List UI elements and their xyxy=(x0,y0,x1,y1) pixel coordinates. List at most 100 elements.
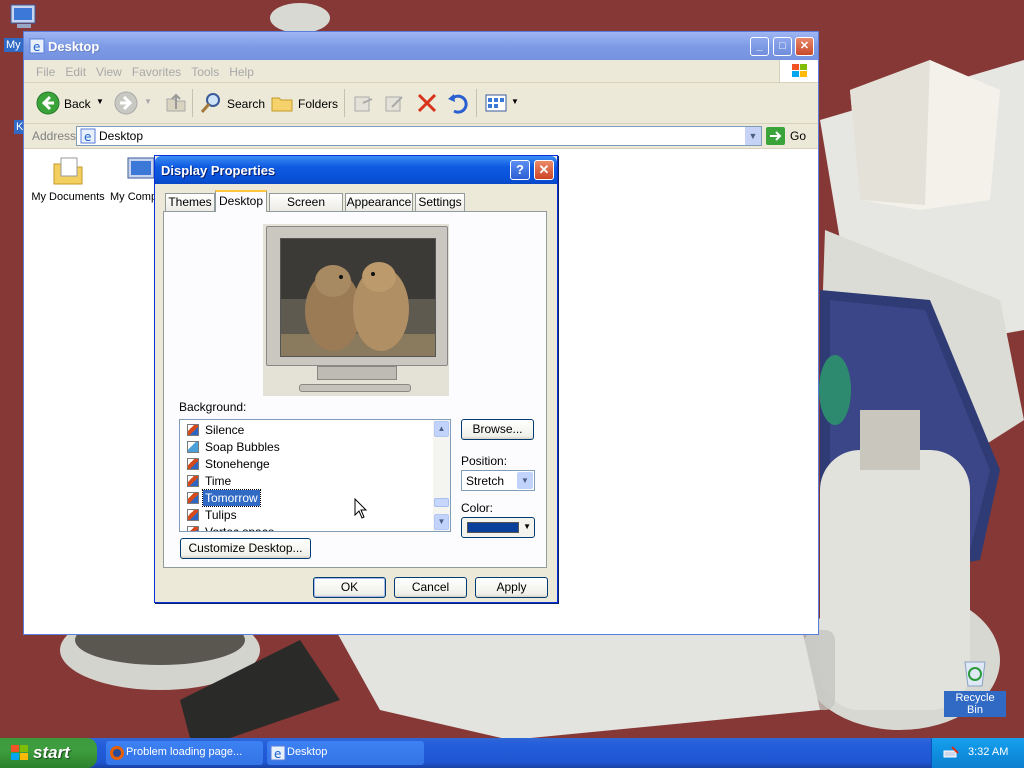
file-label: My Documents xyxy=(31,191,105,203)
menu-bar: File Edit View Favorites Tools Help xyxy=(24,60,818,83)
dialog-close-button[interactable]: ✕ xyxy=(534,160,554,180)
search-icon xyxy=(200,93,220,113)
dialog-title: Display Properties xyxy=(161,163,276,178)
cancel-button[interactable]: Cancel xyxy=(394,577,467,598)
svg-text:e: e xyxy=(33,40,40,54)
customize-desktop-button[interactable]: Customize Desktop... xyxy=(180,538,311,559)
browse-button[interactable]: Browse... xyxy=(461,419,534,440)
undo-icon xyxy=(448,94,468,114)
monitor-neck xyxy=(317,366,397,380)
recycle-bin-label: Recycle Bin xyxy=(944,691,1006,717)
delete-icon xyxy=(417,93,437,113)
folder-documents-icon xyxy=(53,157,83,185)
minimize-button[interactable]: _ xyxy=(750,37,769,56)
address-value: Desktop xyxy=(99,129,144,143)
recycle-bin-desktop-icon[interactable]: Recycle Bin xyxy=(944,656,1006,717)
menu-edit[interactable]: Edit xyxy=(65,65,86,79)
apply-button[interactable]: Apply xyxy=(475,577,548,598)
dialog-titlebar[interactable]: Display Properties ? ✕ xyxy=(155,156,557,184)
computer-icon xyxy=(10,4,36,28)
forward-arrow-icon xyxy=(114,91,138,115)
background-listbox[interactable]: Silence Soap Bubbles Stonehenge Time Tom… xyxy=(179,419,451,532)
scroll-up-button[interactable]: ▲ xyxy=(434,421,449,437)
copy-to-icon xyxy=(385,96,403,112)
display-properties-dialog: Display Properties ? ✕ Themes Desktop Sc… xyxy=(154,155,558,603)
windows-logo-icon xyxy=(779,60,818,82)
recycle-bin-icon xyxy=(964,661,986,687)
search-label: Search xyxy=(227,97,266,111)
bitmap-icon xyxy=(187,492,199,504)
up-folder-icon xyxy=(166,93,186,112)
chevron-down-icon: ▼ xyxy=(517,472,533,489)
clock[interactable]: 3:32 AM xyxy=(968,746,1008,758)
task-label: Desktop xyxy=(287,746,328,758)
list-item-label: Tulips xyxy=(205,508,237,522)
explorer-title: Desktop xyxy=(48,39,100,54)
mouse-cursor-icon xyxy=(354,498,368,519)
search-button[interactable]: Search xyxy=(199,91,265,115)
tab-themes[interactable]: Themes xyxy=(165,193,215,211)
menu-file[interactable]: File xyxy=(36,65,55,79)
maximize-button[interactable]: □ xyxy=(773,37,792,56)
color-swatch xyxy=(467,522,519,533)
forward-dropdown-icon: ▼ xyxy=(144,97,152,106)
go-button[interactable]: Go xyxy=(766,127,806,148)
folders-button[interactable]: Folders xyxy=(270,91,340,115)
tab-appearance[interactable]: Appearance xyxy=(345,193,413,211)
list-scrollbar[interactable]: ▲ ▼ xyxy=(433,420,450,531)
copy-to-button[interactable] xyxy=(382,91,406,115)
up-folder-button[interactable] xyxy=(164,91,188,115)
background-label: Background: xyxy=(179,400,247,414)
views-icon xyxy=(485,94,507,112)
desktop-icon-label: My xyxy=(4,38,23,52)
back-label: Back xyxy=(64,97,91,111)
forward-button[interactable]: ▼ xyxy=(114,91,152,115)
bitmap-icon xyxy=(187,424,199,436)
svg-text:e: e xyxy=(274,747,281,761)
close-button[interactable]: ✕ xyxy=(795,37,814,56)
scroll-down-button[interactable]: ▼ xyxy=(434,514,449,530)
menu-help[interactable]: Help xyxy=(229,65,254,79)
tab-settings[interactable]: Settings xyxy=(415,193,465,211)
bitmap-icon xyxy=(187,458,199,470)
tab-label: Themes xyxy=(168,195,212,209)
safely-remove-hardware-icon[interactable] xyxy=(942,745,960,761)
list-item-label: Silence xyxy=(205,423,245,437)
ok-button[interactable]: OK xyxy=(313,577,386,598)
start-button[interactable]: start xyxy=(0,738,97,768)
color-picker-button[interactable]: ▼ xyxy=(461,517,535,538)
address-label: Address xyxy=(32,129,77,143)
taskbar: start Problem loading page... e Desktop … xyxy=(0,738,1024,768)
menu-tools[interactable]: Tools xyxy=(191,65,219,79)
address-input[interactable]: e Desktop ▼ xyxy=(76,126,762,146)
views-button[interactable]: ▼ xyxy=(484,91,520,115)
folders-label: Folders xyxy=(298,97,339,111)
chevron-down-icon: ▼ xyxy=(523,522,531,531)
scroll-thumb[interactable] xyxy=(434,498,449,507)
move-to-button[interactable] xyxy=(351,91,375,115)
menu-view[interactable]: View xyxy=(96,65,122,79)
taskbar-button-desktop[interactable]: e Desktop xyxy=(267,741,424,765)
back-button[interactable]: Back ▼ xyxy=(36,91,106,115)
bitmap-icon xyxy=(187,475,199,487)
list-item-label: Vortec space xyxy=(205,525,275,532)
back-dropdown-icon[interactable]: ▼ xyxy=(96,97,104,106)
address-dropdown-button[interactable]: ▼ xyxy=(745,127,761,145)
taskbar-button-firefox[interactable]: Problem loading page... xyxy=(106,741,263,765)
delete-button[interactable] xyxy=(415,91,439,115)
menu-favorites[interactable]: Favorites xyxy=(132,65,181,79)
position-select[interactable]: Stretch ▼ xyxy=(461,470,535,491)
monitor-bezel xyxy=(266,226,448,366)
folders-icon xyxy=(271,97,293,112)
list-item-label: Soap Bubbles xyxy=(205,440,280,454)
wallpaper-preview xyxy=(280,238,436,357)
toolbar-separator xyxy=(192,89,193,117)
help-button[interactable]: ? xyxy=(510,160,530,180)
my-documents-item[interactable]: My Documents xyxy=(30,154,106,203)
go-arrow-icon xyxy=(766,127,785,145)
undo-button[interactable] xyxy=(446,91,470,115)
bitmap-icon xyxy=(187,441,199,453)
explorer-titlebar[interactable]: e Desktop _ □ ✕ xyxy=(24,32,818,60)
tab-desktop[interactable]: Desktop xyxy=(215,190,267,212)
tab-screen-saver[interactable]: Screen Saver xyxy=(269,193,343,225)
